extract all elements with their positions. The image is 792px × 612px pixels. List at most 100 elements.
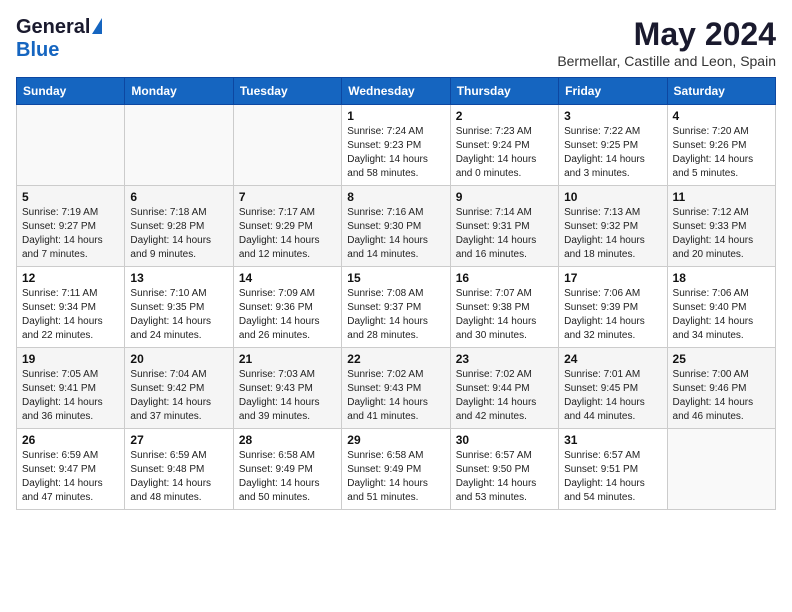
- calendar-cell: 19Sunrise: 7:05 AMSunset: 9:41 PMDayligh…: [17, 348, 125, 429]
- calendar-week-1: 1Sunrise: 7:24 AMSunset: 9:23 PMDaylight…: [17, 105, 776, 186]
- day-number: 23: [456, 352, 553, 366]
- calendar-cell: 9 Sunrise: 7:14 AMSunset: 9:31 PMDaylight…: [450, 186, 558, 267]
- day-number: 6: [130, 190, 227, 204]
- day-number: 31: [564, 433, 661, 447]
- day-info: Sunrise: 7:07 AMSunset: 9:38 PMDaylight:…: [456, 287, 553, 343]
- calendar-cell: 18 Sunrise: 7:06 AMSunset: 9:40 PMDayligh…: [667, 267, 775, 348]
- calendar-cell: 7 Sunrise: 7:17 AMSunset: 9:29 PMDaylight…: [233, 186, 341, 267]
- day-number: 13: [130, 271, 227, 285]
- calendar-cell: 21 Sunrise: 7:03 AMSunset: 9:43 PMDayligh…: [233, 348, 341, 429]
- day-number: 16: [456, 271, 553, 285]
- calendar-cell: 6 Sunrise: 7:18 AMSunset: 9:28 PMDaylight…: [125, 186, 233, 267]
- day-number: 4: [673, 109, 770, 123]
- calendar-cell: 23 Sunrise: 7:02 AMSunset: 9:44 PMDayligh…: [450, 348, 558, 429]
- calendar-cell: 27 Sunrise: 6:59 AMSunset: 9:48 PMDayligh…: [125, 429, 233, 510]
- day-info: Sunrise: 7:14 AMSunset: 9:31 PMDaylight:…: [456, 206, 553, 262]
- day-info: Sunrise: 7:04 AMSunset: 9:42 PMDaylight:…: [130, 368, 227, 424]
- calendar-table: SundayMondayTuesdayWednesdayThursdayFrid…: [16, 77, 776, 510]
- weekday-header-monday: Monday: [125, 78, 233, 105]
- day-info: Sunrise: 6:59 AMSunset: 9:47 PMDaylight:…: [22, 449, 119, 505]
- calendar-cell: 30 Sunrise: 6:57 AMSunset: 9:50 PMDayligh…: [450, 429, 558, 510]
- day-info: Sunrise: 7:12 AMSunset: 9:33 PMDaylight:…: [673, 206, 770, 262]
- weekday-header-tuesday: Tuesday: [233, 78, 341, 105]
- day-number: 10: [564, 190, 661, 204]
- location: Bermellar, Castille and Leon, Spain: [557, 53, 776, 69]
- day-info: Sunrise: 7:17 AMSunset: 9:29 PMDaylight:…: [239, 206, 336, 262]
- calendar-week-3: 12 Sunrise: 7:11 AMSunset: 9:34 PMDayligh…: [17, 267, 776, 348]
- calendar-week-5: 26Sunrise: 6:59 AMSunset: 9:47 PMDayligh…: [17, 429, 776, 510]
- day-number: 29: [347, 433, 444, 447]
- day-info: Sunrise: 6:59 AMSunset: 9:48 PMDaylight:…: [130, 449, 227, 505]
- day-number: 25: [673, 352, 770, 366]
- weekday-header-wednesday: Wednesday: [342, 78, 450, 105]
- day-number: 18: [673, 271, 770, 285]
- calendar-cell: 12 Sunrise: 7:11 AMSunset: 9:34 PMDayligh…: [17, 267, 125, 348]
- day-info: Sunrise: 7:02 AMSunset: 9:44 PMDaylight:…: [456, 368, 553, 424]
- calendar-cell: [17, 105, 125, 186]
- day-info: Sunrise: 7:20 AMSunset: 9:26 PMDaylight:…: [673, 125, 770, 181]
- day-number: 27: [130, 433, 227, 447]
- logo-sail-icon: [92, 18, 102, 34]
- day-number: 3: [564, 109, 661, 123]
- calendar-cell: 11 Sunrise: 7:12 AMSunset: 9:33 PMDayligh…: [667, 186, 775, 267]
- day-info: Sunrise: 7:09 AMSunset: 9:36 PMDaylight:…: [239, 287, 336, 343]
- day-info: Sunrise: 6:57 AMSunset: 9:50 PMDaylight:…: [456, 449, 553, 505]
- day-number: 20: [130, 352, 227, 366]
- day-info: Sunrise: 7:00 AMSunset: 9:46 PMDaylight:…: [673, 368, 770, 424]
- calendar-cell: 8Sunrise: 7:16 AMSunset: 9:30 PMDaylight…: [342, 186, 450, 267]
- day-info: Sunrise: 7:16 AMSunset: 9:30 PMDaylight:…: [347, 206, 444, 262]
- calendar-cell: 13Sunrise: 7:10 AMSunset: 9:35 PMDayligh…: [125, 267, 233, 348]
- calendar-cell: 14 Sunrise: 7:09 AMSunset: 9:36 PMDayligh…: [233, 267, 341, 348]
- day-info: Sunrise: 7:19 AMSunset: 9:27 PMDaylight:…: [22, 206, 119, 262]
- calendar-cell: 3Sunrise: 7:22 AMSunset: 9:25 PMDaylight…: [559, 105, 667, 186]
- day-info: Sunrise: 7:11 AMSunset: 9:34 PMDaylight:…: [22, 287, 119, 343]
- day-number: 22: [347, 352, 444, 366]
- day-info: Sunrise: 7:24 AMSunset: 9:23 PMDaylight:…: [347, 125, 444, 181]
- calendar-cell: 15 Sunrise: 7:08 AMSunset: 9:37 PMDayligh…: [342, 267, 450, 348]
- calendar-cell: 31 Sunrise: 6:57 AMSunset: 9:51 PMDayligh…: [559, 429, 667, 510]
- day-number: 28: [239, 433, 336, 447]
- day-number: 14: [239, 271, 336, 285]
- day-info: Sunrise: 6:57 AMSunset: 9:51 PMDaylight:…: [564, 449, 661, 505]
- day-number: 2: [456, 109, 553, 123]
- day-info: Sunrise: 7:05 AMSunset: 9:41 PMDaylight:…: [22, 368, 119, 424]
- day-info: Sunrise: 6:58 AMSunset: 9:49 PMDaylight:…: [239, 449, 336, 505]
- calendar-cell: 24 Sunrise: 7:01 AMSunset: 9:45 PMDayligh…: [559, 348, 667, 429]
- calendar-cell: 5Sunrise: 7:19 AMSunset: 9:27 PMDaylight…: [17, 186, 125, 267]
- calendar-cell: 29 Sunrise: 6:58 AMSunset: 9:49 PMDayligh…: [342, 429, 450, 510]
- calendar-cell: 10 Sunrise: 7:13 AMSunset: 9:32 PMDayligh…: [559, 186, 667, 267]
- day-info: Sunrise: 7:06 AMSunset: 9:39 PMDaylight:…: [564, 287, 661, 343]
- day-info: Sunrise: 7:23 AMSunset: 9:24 PMDaylight:…: [456, 125, 553, 181]
- page-header: General Blue May 2024 Bermellar, Castill…: [16, 16, 776, 69]
- day-number: 21: [239, 352, 336, 366]
- calendar-cell: 25 Sunrise: 7:00 AMSunset: 9:46 PMDayligh…: [667, 348, 775, 429]
- weekday-header-saturday: Saturday: [667, 78, 775, 105]
- day-info: Sunrise: 7:13 AMSunset: 9:32 PMDaylight:…: [564, 206, 661, 262]
- calendar-cell: 22 Sunrise: 7:02 AMSunset: 9:43 PMDayligh…: [342, 348, 450, 429]
- day-info: Sunrise: 7:01 AMSunset: 9:45 PMDaylight:…: [564, 368, 661, 424]
- day-number: 9: [456, 190, 553, 204]
- calendar-cell: 4 Sunrise: 7:20 AMSunset: 9:26 PMDaylight…: [667, 105, 775, 186]
- day-info: Sunrise: 7:02 AMSunset: 9:43 PMDaylight:…: [347, 368, 444, 424]
- weekday-header-sunday: Sunday: [17, 78, 125, 105]
- calendar-cell: [125, 105, 233, 186]
- day-info: Sunrise: 6:58 AMSunset: 9:49 PMDaylight:…: [347, 449, 444, 505]
- weekday-header-thursday: Thursday: [450, 78, 558, 105]
- day-info: Sunrise: 7:18 AMSunset: 9:28 PMDaylight:…: [130, 206, 227, 262]
- calendar-cell: 1Sunrise: 7:24 AMSunset: 9:23 PMDaylight…: [342, 105, 450, 186]
- day-info: Sunrise: 7:08 AMSunset: 9:37 PMDaylight:…: [347, 287, 444, 343]
- day-number: 7: [239, 190, 336, 204]
- day-number: 12: [22, 271, 119, 285]
- day-info: Sunrise: 7:03 AMSunset: 9:43 PMDaylight:…: [239, 368, 336, 424]
- calendar-header-row: SundayMondayTuesdayWednesdayThursdayFrid…: [17, 78, 776, 105]
- month-year: May 2024: [557, 16, 776, 53]
- day-number: 11: [673, 190, 770, 204]
- weekday-header-friday: Friday: [559, 78, 667, 105]
- calendar-cell: [233, 105, 341, 186]
- day-number: 15: [347, 271, 444, 285]
- day-info: Sunrise: 7:06 AMSunset: 9:40 PMDaylight:…: [673, 287, 770, 343]
- calendar-cell: 20 Sunrise: 7:04 AMSunset: 9:42 PMDayligh…: [125, 348, 233, 429]
- day-number: 30: [456, 433, 553, 447]
- calendar-cell: [667, 429, 775, 510]
- day-number: 24: [564, 352, 661, 366]
